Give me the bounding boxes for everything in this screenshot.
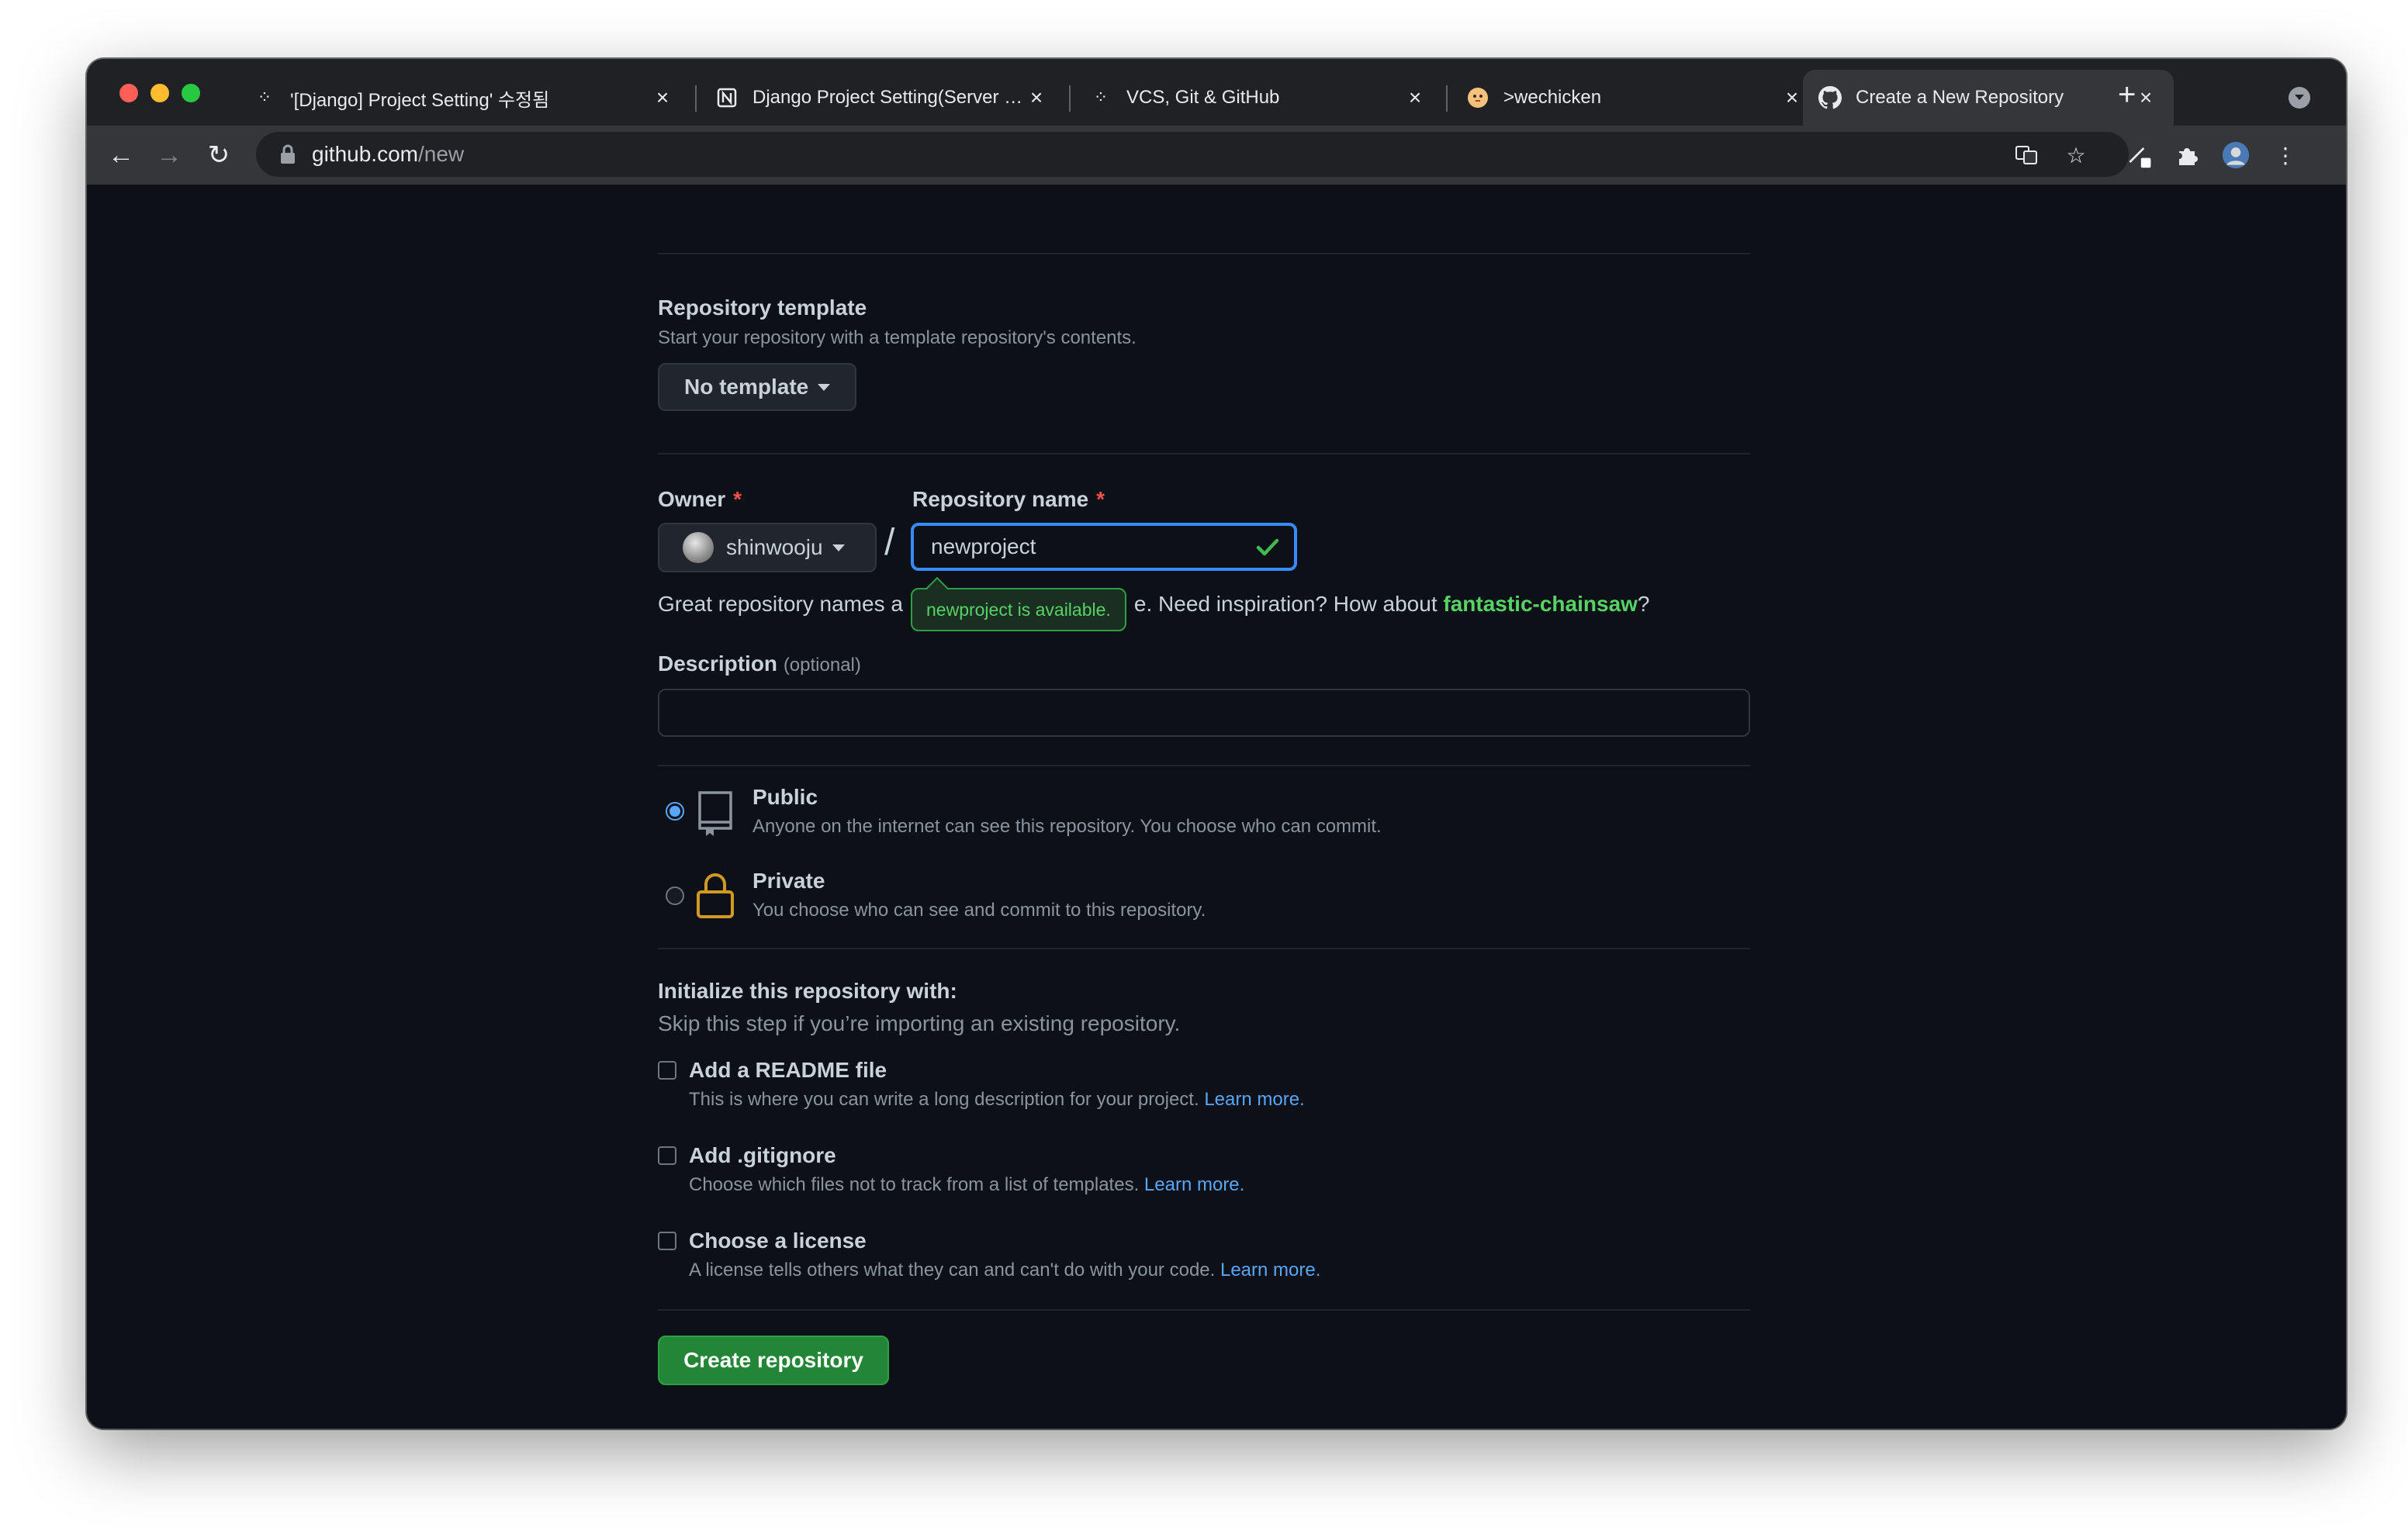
tab-title: Create a New Repository: [1856, 87, 2064, 108]
browser-menu-icon[interactable]: ⋮: [2271, 141, 2299, 169]
license-description: A license tells others what they can and…: [689, 1260, 1321, 1280]
check-icon: [1256, 538, 1279, 556]
description-label: Description (optional): [658, 651, 861, 676]
gitignore-description: Choose which files not to track from a l…: [689, 1174, 1245, 1195]
reload-icon[interactable]: ↻: [205, 140, 233, 170]
tab-title: '[Django] Project Setting' 수정됨: [290, 89, 550, 111]
readme-checkbox[interactable]: [658, 1061, 676, 1080]
template-dropdown-button[interactable]: No template: [658, 363, 857, 411]
forward-icon[interactable]: →: [155, 140, 183, 170]
close-tab-icon[interactable]: ×: [650, 85, 675, 110]
private-radio[interactable]: [666, 886, 684, 905]
github-icon: [1818, 86, 1842, 109]
template-dropdown-label: No template: [684, 375, 809, 399]
browser-tab-2[interactable]: Django Project Setting(Server … ×: [700, 70, 1064, 126]
new-tab-button[interactable]: +: [2118, 78, 2136, 112]
extensions-puzzle-icon[interactable]: [2174, 141, 2202, 169]
close-tab-icon[interactable]: ×: [1780, 85, 1804, 110]
public-description: Anyone on the internet can see this repo…: [752, 816, 1382, 837]
template-description: Start your repository with a template re…: [658, 327, 1137, 348]
chick-icon: [1466, 86, 1489, 109]
github-new-repo-page: Repository template Start your repositor…: [87, 185, 2346, 1429]
tistory-icon: ⁘: [1093, 88, 1109, 107]
public-radio[interactable]: [666, 802, 684, 821]
close-tab-icon[interactable]: ×: [1403, 85, 1427, 110]
template-label: Repository template: [658, 295, 867, 320]
translate-icon[interactable]: [2012, 141, 2040, 169]
tab-search-icon[interactable]: [2289, 87, 2310, 109]
initialize-subtitle: Skip this step if you’re importing an ex…: [658, 1011, 1181, 1035]
browser-tab-4[interactable]: >wechicken ×: [1451, 70, 1820, 126]
back-icon[interactable]: ←: [107, 140, 135, 170]
divider: [658, 948, 1750, 949]
owner-label: Owner *: [658, 487, 742, 511]
tab-title: VCS, Git & GitHub: [1126, 87, 1280, 108]
tab-divider: [1069, 85, 1071, 112]
license-checkbox[interactable]: [658, 1232, 676, 1250]
caret-down-icon: [818, 383, 831, 391]
divider: [658, 765, 1750, 766]
divider: [658, 1309, 1750, 1311]
learn-more-link[interactable]: Learn more.: [1220, 1260, 1320, 1280]
owner-value: shinwooju: [726, 535, 823, 559]
repository-name-input[interactable]: newproject: [911, 523, 1297, 571]
close-tab-icon[interactable]: ×: [2133, 85, 2158, 110]
notion-icon: [715, 86, 739, 109]
bookmark-star-icon[interactable]: ☆: [2062, 141, 2090, 169]
name-suggestion-text: Great repository names a e. Need inspirat…: [658, 592, 1650, 616]
close-window-button[interactable]: [119, 84, 138, 102]
lock-icon: [281, 144, 295, 164]
tab-divider: [695, 85, 697, 112]
repo-book-icon: [698, 791, 732, 836]
tab-title: >wechicken: [1503, 87, 1602, 108]
minimize-window-button[interactable]: [150, 84, 169, 102]
private-description: You choose who can see and commit to thi…: [752, 900, 1206, 921]
browser-tab-1[interactable]: ⁘ '[Django] Project Setting' 수정됨 ×: [237, 70, 690, 126]
extension-pen-icon[interactable]: [2126, 141, 2154, 169]
description-input[interactable]: [658, 689, 1750, 737]
lock-icon: [697, 873, 734, 918]
gitignore-title: Add .gitignore: [689, 1143, 836, 1167]
tistory-icon: ⁘: [257, 88, 272, 107]
public-title: Public: [752, 785, 818, 809]
tab-title: Django Project Setting(Server …: [752, 87, 1023, 108]
readme-title: Add a README file: [689, 1058, 887, 1082]
divider: [658, 253, 1750, 254]
maximize-window-button[interactable]: [182, 84, 200, 102]
browser-toolbar: ← → ↻ github.com/new ☆ ⋮: [87, 126, 2346, 185]
create-repository-button[interactable]: Create repository: [658, 1336, 889, 1385]
initialize-title: Initialize this repository with:: [658, 979, 957, 1003]
owner-dropdown-button[interactable]: shinwooju: [658, 523, 877, 572]
readme-description: This is where you can write a long descr…: [689, 1089, 1305, 1110]
gitignore-checkbox[interactable]: [658, 1146, 676, 1165]
caret-down-icon: [832, 544, 845, 551]
license-title: Choose a license: [689, 1229, 867, 1253]
url-host: github.com: [312, 142, 418, 166]
learn-more-link[interactable]: Learn more.: [1144, 1174, 1244, 1195]
availability-tooltip: newproject is available.: [911, 588, 1126, 631]
repo-name-label: Repository name *: [912, 487, 1105, 511]
close-tab-icon[interactable]: ×: [1024, 85, 1049, 110]
suggested-name-link[interactable]: fantastic-chainsaw: [1443, 592, 1638, 616]
avatar: [683, 532, 714, 563]
browser-window: ⁘ '[Django] Project Setting' 수정됨 × Djang…: [87, 59, 2346, 1429]
owner-repo-separator: /: [884, 522, 895, 563]
tab-divider: [1446, 85, 1448, 112]
url-path: /new: [417, 142, 465, 166]
private-title: Private: [752, 869, 825, 893]
address-bar[interactable]: github.com/new: [256, 132, 2129, 177]
browser-tab-3[interactable]: ⁘ VCS, Git & GitHub ×: [1074, 70, 1443, 126]
learn-more-link[interactable]: Learn more.: [1204, 1089, 1304, 1110]
repository-name-value: newproject: [931, 534, 1036, 558]
divider: [658, 453, 1750, 454]
tab-strip: ⁘ '[Django] Project Setting' 수정됨 × Djang…: [87, 59, 2346, 126]
profile-avatar-icon[interactable]: [2222, 141, 2250, 169]
